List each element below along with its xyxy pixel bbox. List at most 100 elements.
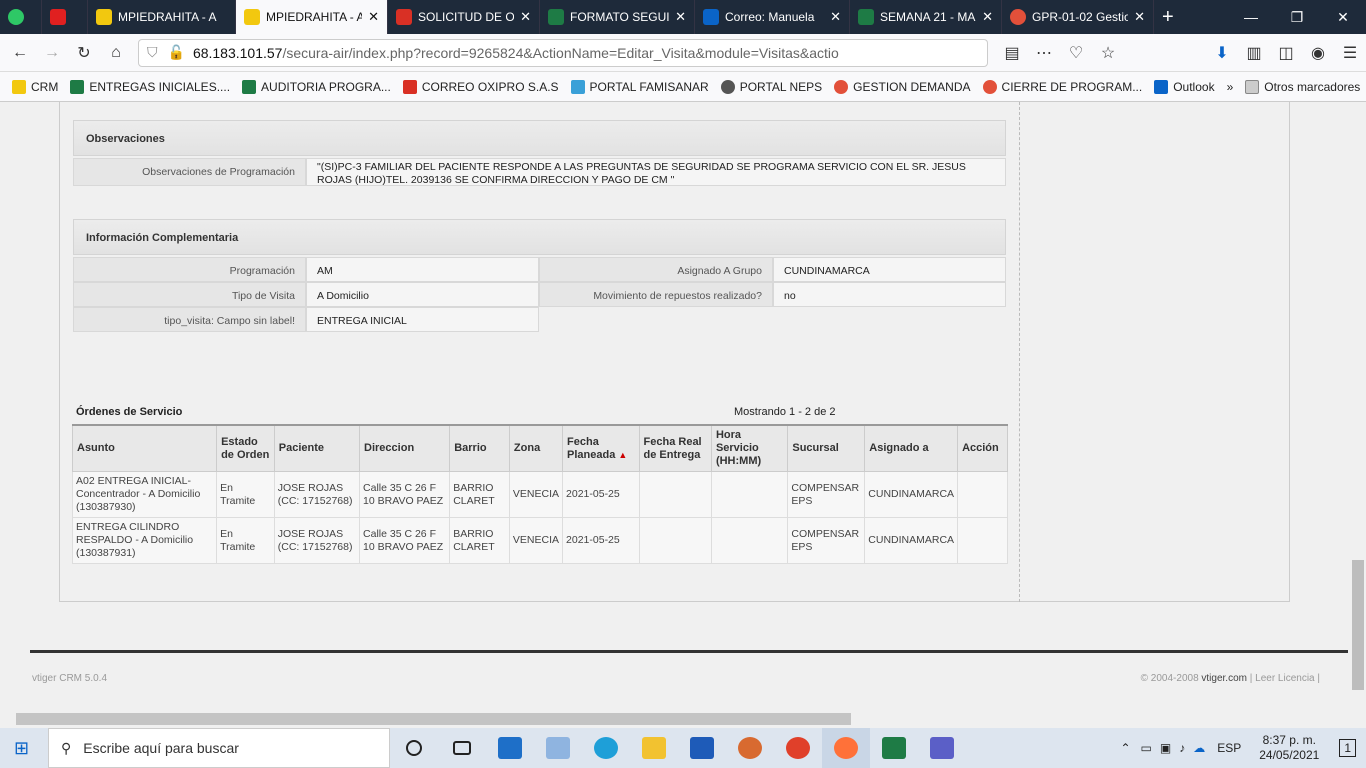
cell-direccion: Calle 35 C 26 F 10 BRAVO PAEZ bbox=[359, 471, 451, 518]
reader-view-icon[interactable]: ▤ bbox=[996, 37, 1028, 69]
observaciones-value: "(SI)PC-3 FAMILIAR DEL PACIENTE RESPONDE… bbox=[306, 158, 1006, 186]
vtiger-link[interactable]: vtiger.com bbox=[1201, 673, 1247, 684]
cell-zona: VENECIA bbox=[508, 517, 564, 564]
col-fecha-real[interactable]: Fecha Real de Entrega bbox=[638, 424, 712, 472]
table-row[interactable]: ENTREGA CILINDRO RESPALDO - A Domicilio … bbox=[71, 517, 1008, 564]
minimize-icon[interactable]: — bbox=[1228, 9, 1274, 25]
table-row[interactable]: A02 ENTREGA INICIAL-Concentrador - A Dom… bbox=[71, 471, 1008, 518]
url-path: /secura-air/index.php?record=9265824&Act… bbox=[282, 44, 839, 61]
col-asunto[interactable]: Asunto bbox=[71, 424, 218, 472]
bookmark-neps[interactable]: PORTAL NEPS bbox=[715, 79, 828, 94]
col-paciente[interactable]: Paciente bbox=[273, 424, 361, 472]
tab-correo[interactable]: Correo: Manuela ✕ bbox=[695, 0, 850, 34]
network-icon[interactable]: ▣ bbox=[1160, 741, 1171, 755]
taskbar-search[interactable]: ⚲ Escribe aquí para buscar bbox=[48, 728, 390, 768]
mail-icon[interactable] bbox=[486, 728, 534, 768]
home-icon[interactable]: ⌂ bbox=[100, 37, 132, 69]
ordenes-count: Mostrando 1 - 2 de 2 bbox=[734, 406, 836, 418]
col-asignado[interactable]: Asignado a bbox=[864, 424, 959, 472]
tab-semana[interactable]: SEMANA 21 - MA ✕ bbox=[850, 0, 1002, 34]
download-icon[interactable]: ⬇ bbox=[1206, 37, 1238, 69]
footer-divider bbox=[30, 650, 1348, 653]
firefox-icon[interactable] bbox=[822, 728, 870, 768]
file-explorer-icon[interactable] bbox=[630, 728, 678, 768]
col-barrio[interactable]: Barrio bbox=[449, 424, 510, 472]
pin-icon bbox=[1010, 9, 1026, 25]
vertical-scroll-thumb[interactable] bbox=[1352, 560, 1364, 690]
forward-icon[interactable]: → bbox=[36, 37, 68, 69]
close-tab-icon[interactable]: ✕ bbox=[982, 9, 993, 25]
close-tab-icon[interactable]: ✕ bbox=[1134, 9, 1145, 25]
bookmark-star-icon[interactable]: ☆ bbox=[1092, 37, 1124, 69]
cell-asunto[interactable]: A02 ENTREGA INICIAL-Concentrador - A Dom… bbox=[71, 471, 218, 518]
col-sucursal[interactable]: Sucursal bbox=[787, 424, 866, 472]
notification-icon[interactable]: 1 bbox=[1339, 739, 1356, 757]
col-estado[interactable]: Estado de Orden bbox=[216, 424, 275, 472]
bookmark-label: CORREO OXIPRO S.A.S bbox=[421, 79, 559, 94]
bookmark-auditoria[interactable]: AUDITORIA PROGRA... bbox=[236, 79, 397, 94]
close-tab-icon[interactable]: ✕ bbox=[675, 9, 686, 25]
chrome-icon[interactable] bbox=[774, 728, 822, 768]
windows-start-icon[interactable]: ⊞ bbox=[14, 738, 29, 759]
device-icon[interactable]: ▭ bbox=[1141, 741, 1152, 755]
close-tab-icon[interactable]: ✕ bbox=[520, 9, 531, 25]
restore-icon[interactable]: ❐ bbox=[1274, 9, 1320, 26]
bookmark-label: GESTION DEMANDA bbox=[853, 79, 971, 94]
pocket-icon[interactable]: ♡ bbox=[1060, 37, 1092, 69]
teams-icon[interactable] bbox=[918, 728, 966, 768]
back-icon[interactable]: ← bbox=[4, 37, 36, 69]
bookmark-outlook[interactable]: Outlook bbox=[1148, 79, 1220, 94]
col-direccion[interactable]: Direccion bbox=[359, 424, 451, 472]
other-bookmarks[interactable]: Otros marcadores bbox=[1239, 79, 1366, 94]
volume-icon[interactable]: ♪ bbox=[1179, 741, 1185, 755]
task-view-icon[interactable] bbox=[438, 728, 486, 768]
pinned-tab-youtube[interactable] bbox=[42, 0, 88, 34]
close-window-icon[interactable]: ✕ bbox=[1320, 9, 1366, 26]
bookmark-correo[interactable]: CORREO OXIPRO S.A.S bbox=[397, 79, 565, 94]
pinned-tab-whatsapp[interactable] bbox=[0, 0, 42, 34]
more-actions-icon[interactable]: ⋯ bbox=[1028, 37, 1060, 69]
paint-icon[interactable] bbox=[726, 728, 774, 768]
sidebar-icon[interactable]: ◫ bbox=[1270, 37, 1302, 69]
horizontal-scroll-thumb[interactable] bbox=[16, 713, 851, 725]
url-bar[interactable]: ⛉ 🔓 68.183.101.57/secura-air/index.php?r… bbox=[138, 38, 988, 67]
account-icon[interactable]: ◉ bbox=[1302, 37, 1334, 69]
tab-label: SOLICITUD DE OX bbox=[418, 10, 515, 24]
tab-solicitud[interactable]: SOLICITUD DE OX ✕ bbox=[388, 0, 540, 34]
col-fecha-planeada[interactable]: Fecha Planeada ▲ bbox=[562, 424, 640, 472]
explorer-window-icon[interactable] bbox=[534, 728, 582, 768]
bookmark-famisanar[interactable]: PORTAL FAMISANAR bbox=[565, 79, 715, 94]
new-tab-button[interactable]: + bbox=[1154, 0, 1194, 34]
excel-taskbar-icon[interactable] bbox=[870, 728, 918, 768]
menu-icon[interactable]: ☰ bbox=[1334, 37, 1366, 69]
more-bookmarks-icon[interactable]: » bbox=[1221, 80, 1240, 94]
cell-asunto[interactable]: ENTREGA CILINDRO RESPALDO - A Domicilio … bbox=[71, 517, 218, 564]
close-tab-icon[interactable]: ✕ bbox=[368, 9, 379, 25]
cortana-icon[interactable] bbox=[390, 728, 438, 768]
bookmark-crm[interactable]: CRM bbox=[6, 79, 64, 94]
tab-mpiedrahita-active[interactable]: MPIEDRAHITA - A ✕ bbox=[236, 0, 388, 34]
library-icon[interactable]: ▥ bbox=[1238, 37, 1270, 69]
bookmark-cierre[interactable]: CIERRE DE PROGRAM... bbox=[977, 79, 1149, 94]
tab-label: MPIEDRAHITA - A bbox=[118, 10, 217, 24]
col-zona[interactable]: Zona bbox=[508, 424, 564, 472]
chevron-up-icon[interactable]: ⌃ bbox=[1120, 741, 1130, 755]
edge-icon[interactable] bbox=[582, 728, 630, 768]
col-hora[interactable]: Hora Servicio (HH:MM) bbox=[710, 424, 789, 472]
word-icon[interactable] bbox=[678, 728, 726, 768]
bookmark-gestion[interactable]: GESTION DEMANDA bbox=[828, 79, 976, 94]
table-header-row: Asunto Estado de Orden Paciente Direccio… bbox=[71, 424, 1008, 472]
tab-mpiedrahita-1[interactable]: MPIEDRAHITA - A bbox=[88, 0, 236, 34]
onedrive-icon[interactable]: ☁ bbox=[1193, 741, 1205, 755]
clock[interactable]: 8:37 p. m. 24/05/2021 bbox=[1259, 733, 1319, 763]
footer-copyright: © 2004-2008 vtiger.com | Leer Licencia | bbox=[1141, 673, 1320, 684]
bookmark-entregas[interactable]: ENTREGAS INICIALES.... bbox=[64, 79, 236, 94]
license-link[interactable]: | Leer Licencia | bbox=[1247, 673, 1320, 684]
search-placeholder: Escribe aquí para buscar bbox=[83, 740, 239, 756]
cell-sucursal: COMPENSAR EPS bbox=[787, 517, 866, 564]
tab-gpr[interactable]: GPR-01-02 Gestio ✕ bbox=[1002, 0, 1154, 34]
tab-formato[interactable]: FORMATO SEGUIM ✕ bbox=[540, 0, 695, 34]
reload-icon[interactable]: ↻ bbox=[68, 37, 100, 69]
language-indicator[interactable]: ESP bbox=[1217, 741, 1241, 755]
close-tab-icon[interactable]: ✕ bbox=[830, 9, 841, 25]
